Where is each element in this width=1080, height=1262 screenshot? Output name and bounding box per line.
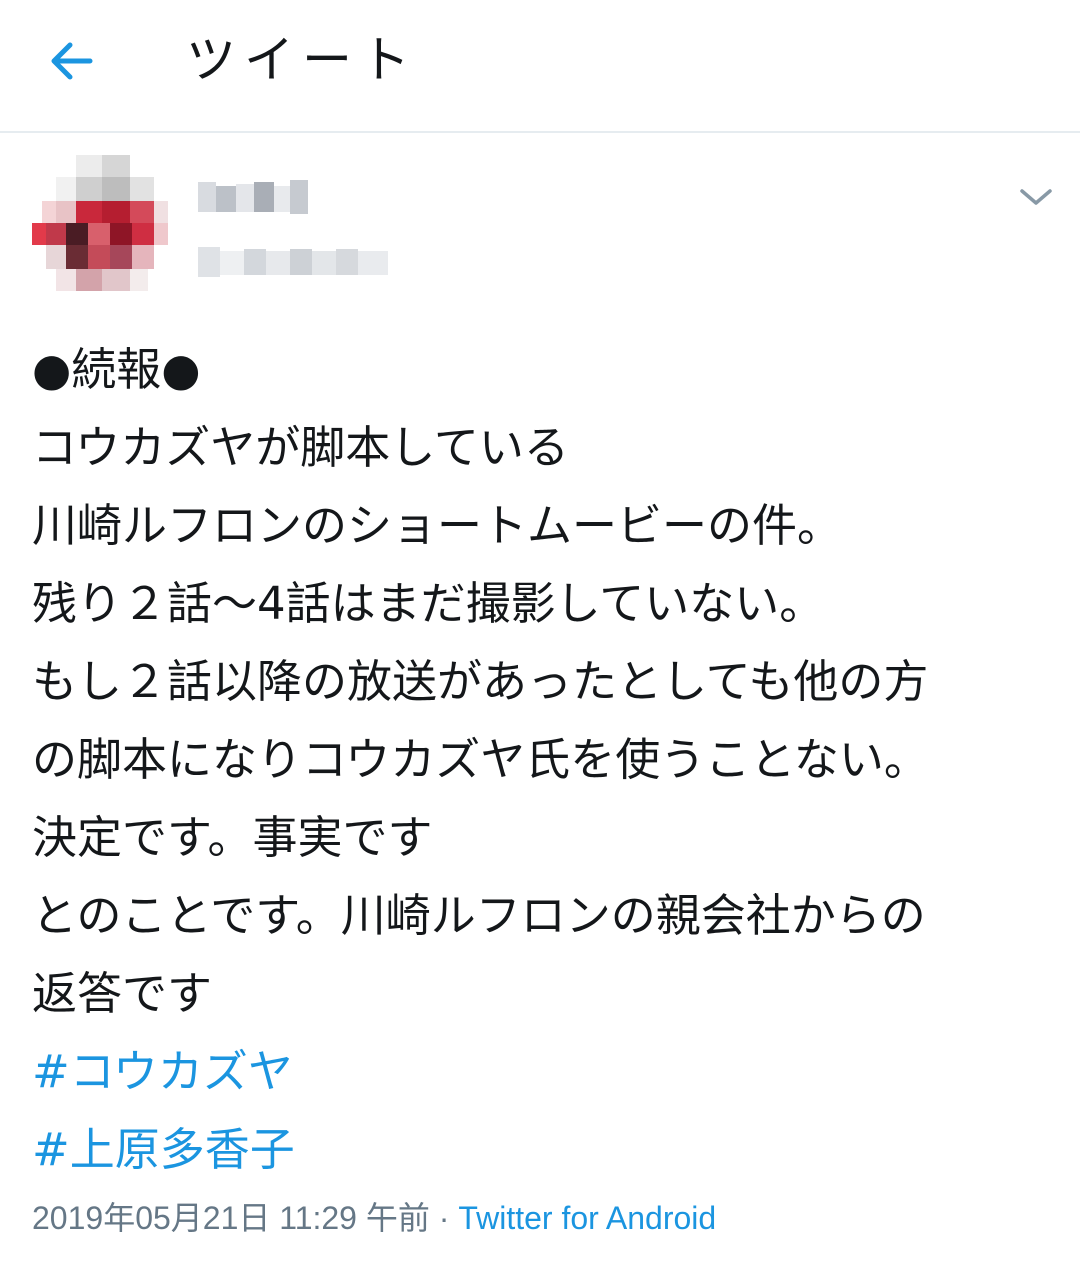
avatar[interactable] [32,155,172,299]
back-button[interactable] [44,36,100,86]
arrow-left-icon [51,42,93,80]
tweet-menu-button[interactable] [1018,185,1054,209]
hashtag-link[interactable]: #コウカズヤ [32,1033,1062,1111]
meta-separator: · [429,1200,459,1236]
tweet-line: ●続報● [32,343,201,396]
tweet-line: 川崎ルフロンのショートムービーの件。 [32,499,843,552]
tweet-line: 残り２話〜4話はまだ撮影していない。 [32,577,825,630]
app-header: ツイート [0,0,1080,133]
tweet-line: 返答です [32,967,213,1020]
tweet-line: とのことです。川崎ルフロンの親会社からの [32,889,926,942]
handle-blurred[interactable] [198,241,392,281]
chevron-down-icon [1020,189,1052,205]
tweet-text: ●続報● コウカズヤが脚本している 川崎ルフロンのショートムービーの件。 残り２… [32,331,1062,1189]
tweet-source-link[interactable]: Twitter for Android [458,1200,716,1236]
tweet-line: 決定です。事実です [32,811,433,864]
tweet-timestamp[interactable]: 2019年05月21日 11:29 午前 [32,1200,430,1236]
tweet-meta: 2019年05月21日 11:29 午前 · Twitter for Andro… [32,1196,716,1240]
tweet-line: コウカズヤが脚本している [32,421,569,474]
hashtag-link[interactable]: #上原多香子 [32,1111,1062,1189]
page-title: ツイート [186,31,418,89]
display-name-blurred[interactable] [198,178,310,218]
tweet-line: もし２話以降の放送があったとしても他の方 [32,655,929,708]
tweet-line: の脚本になりコウカズヤ氏を使うことない。 [32,733,929,786]
